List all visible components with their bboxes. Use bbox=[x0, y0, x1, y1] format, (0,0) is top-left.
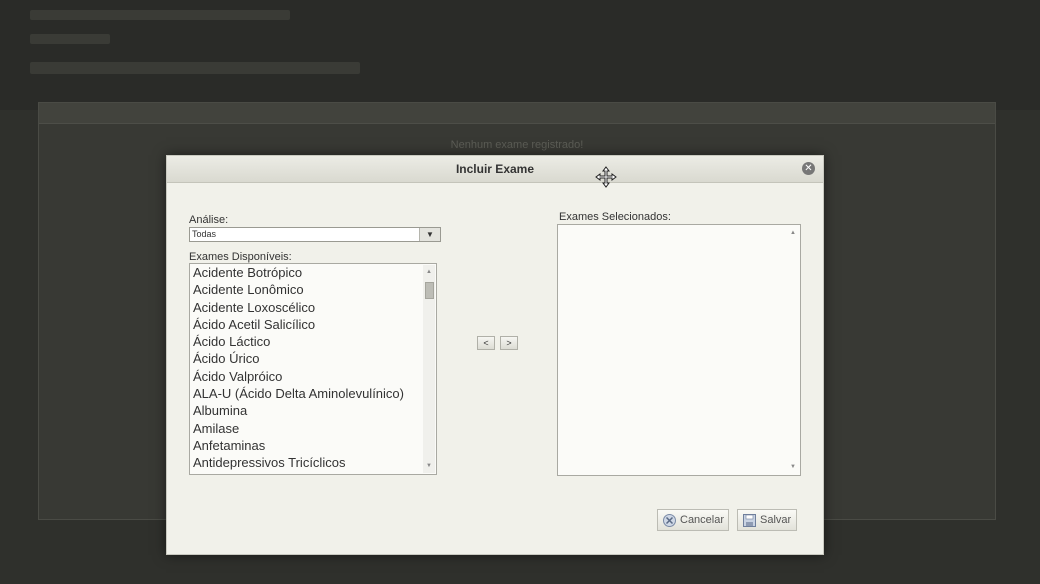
background-empty-message: Nenhum exame registrado! bbox=[450, 139, 584, 151]
close-button[interactable]: ✕ bbox=[802, 162, 815, 175]
floppy-disk-icon bbox=[743, 514, 756, 527]
dialog-titlebar[interactable]: Incluir Exame ✕ bbox=[167, 156, 823, 188]
list-item[interactable]: Amilase bbox=[190, 420, 436, 437]
scroll-down-icon[interactable]: ▼ bbox=[423, 461, 435, 471]
selected-exams-scrollbar[interactable]: ▲ ▼ bbox=[787, 226, 799, 474]
move-right-button[interactable]: > bbox=[500, 336, 518, 350]
save-button[interactable]: Salvar bbox=[737, 509, 797, 531]
save-label: Salvar bbox=[760, 514, 792, 526]
dialog-title: Incluir Exame bbox=[455, 162, 535, 176]
scrollbar-thumb[interactable] bbox=[425, 282, 434, 299]
cancel-icon bbox=[663, 514, 676, 527]
close-icon: ✕ bbox=[804, 163, 813, 174]
available-exams-list[interactable]: Acidente Botrópico Acidente Lonômico Acide… bbox=[189, 263, 437, 475]
analise-label: Análise: bbox=[189, 214, 229, 226]
scroll-up-icon[interactable]: ▲ bbox=[787, 228, 799, 238]
available-exams-label: Exames Disponíveis: bbox=[189, 251, 292, 263]
list-item[interactable]: Acidente Loxoscélico bbox=[190, 299, 436, 316]
background-panel-header bbox=[39, 103, 995, 124]
cancel-label: Cancelar bbox=[680, 514, 725, 526]
background-title-bar bbox=[30, 10, 290, 20]
list-item[interactable]: ALA-U (Ácido Delta Aminolevulínico) bbox=[190, 385, 436, 402]
scroll-down-icon[interactable]: ▼ bbox=[787, 462, 799, 472]
scroll-up-icon[interactable]: ▲ bbox=[423, 267, 435, 277]
cancel-button[interactable]: Cancelar bbox=[657, 509, 729, 531]
incluir-exame-dialog: Incluir Exame ✕ Análise: Todas ▼ Exames … bbox=[166, 155, 824, 555]
list-item[interactable]: Anfetaminas bbox=[190, 437, 436, 454]
list-item[interactable]: Ácido Láctico bbox=[190, 333, 436, 350]
analise-select[interactable]: Todas ▼ bbox=[189, 227, 441, 242]
move-left-button[interactable]: < bbox=[477, 336, 495, 350]
list-item[interactable]: Ácido Úrico bbox=[190, 350, 436, 367]
selected-exams-list[interactable]: ▲ ▼ bbox=[557, 224, 801, 476]
available-exams-items: Acidente Botrópico Acidente Lonômico Acide… bbox=[190, 264, 436, 472]
list-item[interactable]: Ácido Valpróico bbox=[190, 368, 436, 385]
background-heading-bar bbox=[30, 62, 360, 74]
move-cursor-icon bbox=[595, 166, 617, 188]
list-item[interactable]: Acidente Lonômico bbox=[190, 281, 436, 298]
list-item[interactable]: Albumina bbox=[190, 402, 436, 419]
background-subtitle-bar bbox=[30, 34, 110, 44]
analise-select-value: Todas bbox=[192, 229, 217, 239]
list-item[interactable]: Ácido Acetil Salicílico bbox=[190, 316, 436, 333]
available-exams-scrollbar[interactable]: ▲ ▼ bbox=[423, 265, 435, 473]
list-item[interactable]: Acidente Botrópico bbox=[190, 264, 436, 281]
selected-exams-label: Exames Selecionados: bbox=[559, 211, 671, 223]
list-item[interactable]: Antidepressivos Tricíclicos bbox=[190, 454, 436, 471]
chevron-down-icon[interactable]: ▼ bbox=[419, 228, 440, 241]
